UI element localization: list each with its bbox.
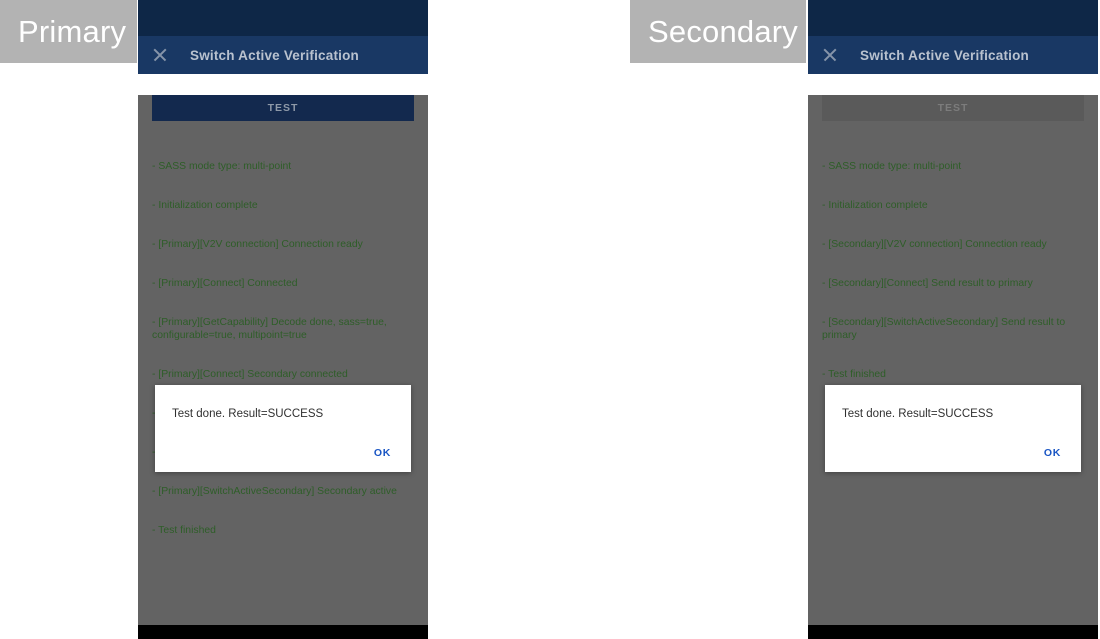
status-bar-primary bbox=[138, 0, 428, 36]
dialog-message: Test done. Result=SUCCESS bbox=[172, 408, 324, 420]
log-line: - [Secondary][V2V connection] Connection… bbox=[822, 239, 1047, 250]
dialog-actions: OK bbox=[1038, 443, 1067, 463]
dialog-actions: OK bbox=[368, 443, 397, 463]
log-line: - Test finished bbox=[152, 525, 216, 536]
result-dialog: Test done. Result=SUCCESS OK bbox=[825, 385, 1081, 472]
log-line: - [Secondary][SwitchActiveSecondary] Sen… bbox=[822, 317, 1069, 341]
log-line: - [Primary][SwitchActiveSecondary] Secon… bbox=[152, 486, 397, 497]
log-line: - [Secondary][Connect] Send result to pr… bbox=[822, 278, 1033, 289]
log-area-secondary: - SASS mode type: multi-point - Initiali… bbox=[822, 134, 1084, 407]
log-line: - SASS mode type: multi-point bbox=[152, 161, 292, 172]
annotation-label-secondary-text: Secondary bbox=[648, 13, 799, 49]
log-line: - [Primary][Connect] Connected bbox=[152, 278, 298, 289]
close-icon[interactable] bbox=[822, 47, 838, 63]
log-line: - Initialization complete bbox=[152, 200, 258, 211]
screen-body-secondary: TEST - SASS mode type: multi-point - Ini… bbox=[808, 95, 1098, 639]
app-bar-title: Switch Active Verification bbox=[190, 47, 359, 63]
test-button[interactable]: TEST bbox=[152, 95, 414, 121]
log-line: - [Primary][Connect] Secondary connected bbox=[152, 369, 348, 380]
log-line: - SASS mode type: multi-point bbox=[822, 161, 962, 172]
app-bar-primary: Switch Active Verification bbox=[138, 36, 428, 74]
dialog-ok-button[interactable]: OK bbox=[368, 443, 397, 463]
status-bar-secondary bbox=[808, 0, 1098, 36]
result-dialog: Test done. Result=SUCCESS OK bbox=[155, 385, 411, 472]
screen-body-primary: TEST - SASS mode type: multi-point - Ini… bbox=[138, 95, 428, 639]
dialog-ok-button[interactable]: OK bbox=[1038, 443, 1067, 463]
log-line: - [Primary][V2V connection] Connection r… bbox=[152, 239, 363, 250]
navigation-bar bbox=[808, 625, 1098, 639]
log-area-primary: - SASS mode type: multi-point - Initiali… bbox=[152, 134, 414, 563]
dialog-message: Test done. Result=SUCCESS bbox=[842, 408, 994, 420]
annotation-label-primary-text: Primary bbox=[18, 13, 127, 49]
navigation-bar bbox=[138, 625, 428, 639]
annotation-label-primary: Primary bbox=[0, 0, 137, 63]
phone-screen-secondary: Switch Active Verification TEST - SASS m… bbox=[808, 0, 1098, 639]
test-button[interactable]: TEST bbox=[822, 95, 1084, 121]
log-line: - Initialization complete bbox=[822, 200, 928, 211]
app-bar-secondary: Switch Active Verification bbox=[808, 36, 1098, 74]
log-line: - [Primary][GetCapability] Decode done, … bbox=[152, 317, 390, 341]
log-line: - Test finished bbox=[822, 369, 886, 380]
app-bar-title: Switch Active Verification bbox=[860, 47, 1029, 63]
annotation-label-secondary: Secondary bbox=[630, 0, 806, 63]
phone-screen-primary: Switch Active Verification TEST - SASS m… bbox=[138, 0, 428, 639]
close-icon[interactable] bbox=[152, 47, 168, 63]
